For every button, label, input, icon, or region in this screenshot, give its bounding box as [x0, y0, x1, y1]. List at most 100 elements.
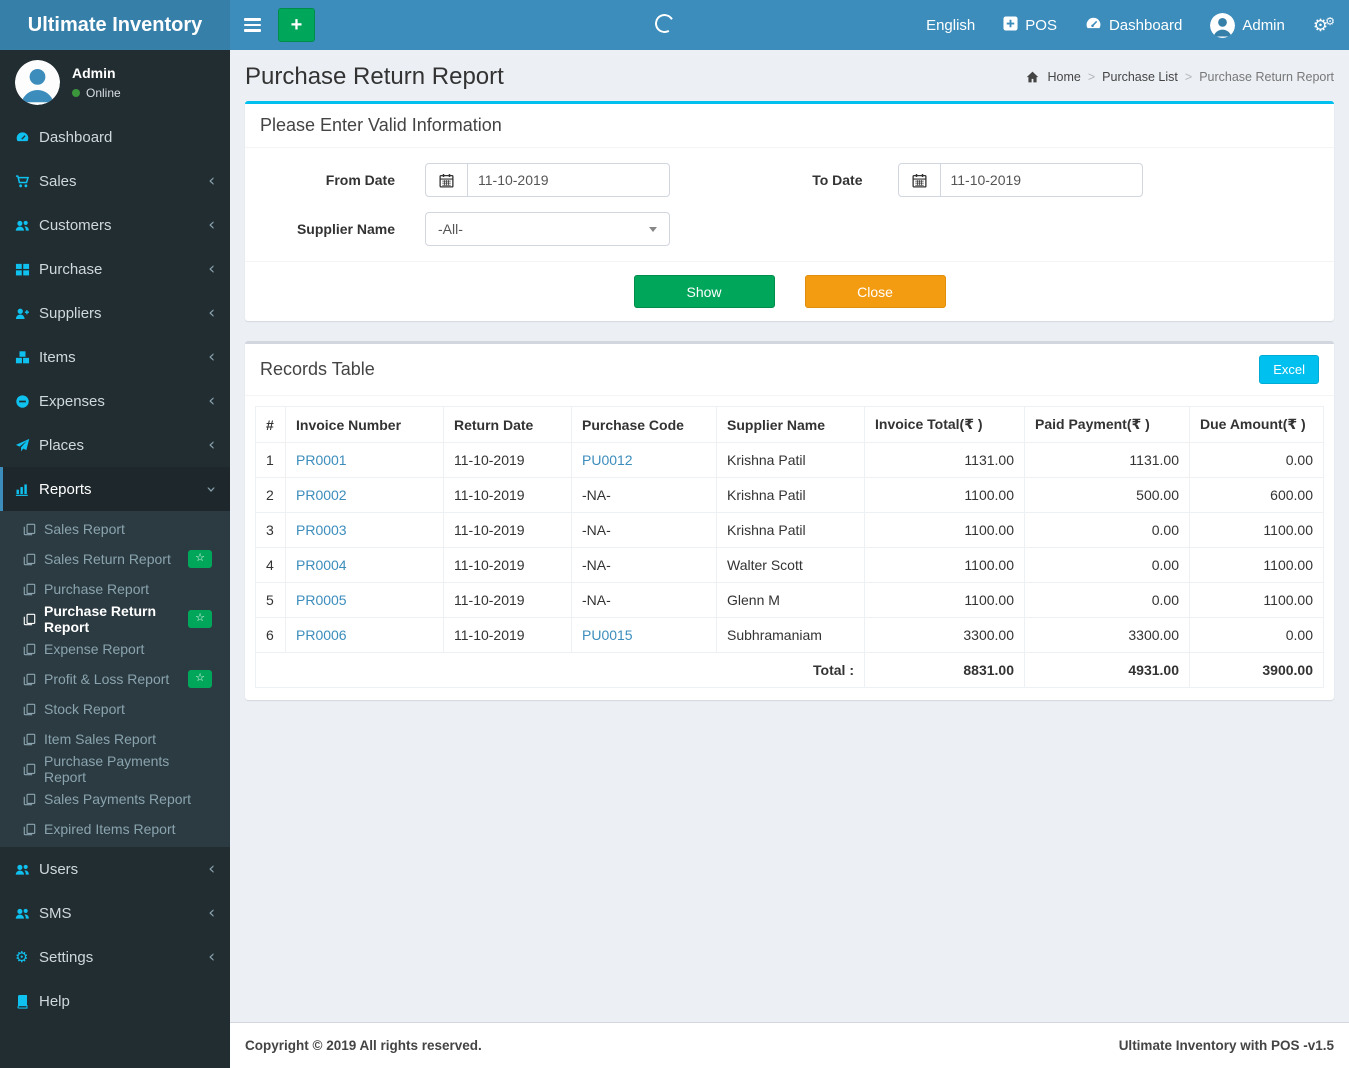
sidebar-item-places[interactable]: Places ‹ — [0, 423, 230, 467]
sidebar-item-label: Customers — [39, 216, 112, 234]
sidebar-subitem-stock-report[interactable]: Stock Report — [0, 694, 230, 724]
cell-purchase-code: -NA- — [571, 547, 717, 583]
chevron-left-icon: ‹ — [208, 902, 215, 923]
sidebar-item-expenses[interactable]: Expenses ‹ — [0, 379, 230, 423]
show-button[interactable]: Show — [633, 275, 775, 308]
sidebar-item-reports[interactable]: Reports ‹ — [0, 467, 230, 511]
sidebar-subitem-purchase-return-report[interactable]: Purchase Return Report ☆ — [0, 603, 230, 635]
supplier-name-label: Supplier Name — [296, 221, 395, 237]
sidebar-item-help[interactable]: Help — [0, 979, 230, 1023]
col-paid-payment[interactable]: Paid Payment(₹ ) — [1024, 406, 1190, 443]
copy-icon — [23, 793, 44, 806]
invoice-link[interactable]: PR0005 — [296, 592, 347, 608]
total-invoice-amount: 8831.00 — [864, 652, 1025, 688]
purchase-code-link[interactable]: PU0012 — [582, 452, 633, 468]
table-row: 3 PR0003 11-10-2019 -NA- Krishna Patil 1… — [255, 512, 1324, 548]
user-menu[interactable]: Admin — [1196, 0, 1299, 50]
sidebar-subitem-label: Purchase Report — [44, 581, 150, 597]
cell-purchase-code: -NA- — [571, 512, 717, 548]
app-brand[interactable]: Ultimate Inventory — [0, 0, 230, 50]
col-invoice-total[interactable]: Invoice Total(₹ ) — [864, 406, 1025, 443]
close-button[interactable]: Close — [804, 275, 946, 308]
language-label: English — [926, 16, 976, 34]
avatar — [15, 60, 60, 105]
cell-invoice-total: 1100.00 — [864, 477, 1025, 513]
invoice-link[interactable]: PR0002 — [296, 487, 347, 503]
sidebar-subitem-item-sales-report[interactable]: Item Sales Report — [0, 724, 230, 754]
cell-paid-payment: 0.00 — [1024, 547, 1190, 583]
gears-icon: ⚙ — [15, 948, 29, 966]
supplier-select-value: -All- — [438, 221, 463, 237]
invoice-link[interactable]: PR0006 — [296, 627, 347, 643]
cell-purchase-code: -NA- — [571, 477, 717, 513]
calendar-icon — [426, 164, 468, 196]
invoice-link[interactable]: PR0003 — [296, 522, 347, 538]
table-row: 6 PR0006 11-10-2019 PU0015 Subhramaniam … — [255, 617, 1324, 653]
breadcrumb-purchase-list[interactable]: Purchase List — [1102, 70, 1178, 84]
sidebar-item-dashboard[interactable]: Dashboard — [0, 115, 230, 159]
chevron-down-icon: ‹ — [201, 485, 222, 493]
sidebar-item-purchase[interactable]: Purchase ‹ — [0, 247, 230, 291]
sidebar-subitem-sales-report[interactable]: Sales Report — [0, 514, 230, 544]
col-index[interactable]: # — [255, 406, 286, 443]
sidebar-toggle-button[interactable] — [230, 0, 275, 50]
cell-index: 6 — [255, 617, 286, 653]
records-panel: Records Table Excel # Invoice Number Ret… — [245, 341, 1334, 700]
cell-return-date: 11-10-2019 — [443, 617, 572, 653]
cell-index: 5 — [255, 582, 286, 618]
language-menu[interactable]: English — [912, 0, 989, 50]
invoice-link[interactable]: PR0001 — [296, 452, 347, 468]
dashboard-link[interactable]: Dashboard — [1071, 0, 1196, 50]
col-due-amount[interactable]: Due Amount(₹ ) — [1189, 406, 1324, 443]
cell-due-amount: 0.00 — [1189, 617, 1324, 653]
breadcrumb-separator: > — [1184, 70, 1193, 84]
to-date-input[interactable] — [940, 164, 1142, 196]
user-plus-icon — [15, 306, 39, 321]
col-supplier-name[interactable]: Supplier Name — [716, 406, 865, 443]
sidebar-item-items[interactable]: Items ‹ — [0, 335, 230, 379]
table-row: 5 PR0005 11-10-2019 -NA- Glenn M 1100.00… — [255, 582, 1324, 618]
sidebar-item-suppliers[interactable]: Suppliers ‹ — [0, 291, 230, 335]
sidebar-item-label: Users — [39, 860, 79, 878]
bar-chart-icon — [15, 482, 39, 497]
copy-icon — [23, 553, 44, 566]
sidebar-subitem-expired-items-report[interactable]: Expired Items Report — [0, 814, 230, 844]
invoice-link[interactable]: PR0004 — [296, 557, 347, 573]
sidebar-subitem-sales-return-report[interactable]: Sales Return Report ☆ — [0, 544, 230, 574]
sidebar-item-sms[interactable]: SMS ‹ — [0, 891, 230, 935]
sidebar-item-sales[interactable]: Sales ‹ — [0, 159, 230, 203]
cell-paid-payment: 3300.00 — [1024, 617, 1190, 653]
from-date-input[interactable] — [468, 164, 669, 196]
cell-due-amount: 0.00 — [1189, 442, 1324, 478]
navbar-body: + English POS Dashboard Admin ⚙⚙ — [230, 0, 1349, 50]
breadcrumb-home[interactable]: Home — [1048, 70, 1081, 84]
col-invoice-number[interactable]: Invoice Number — [285, 406, 444, 443]
sidebar-item-settings[interactable]: ⚙ Settings ‹ — [0, 935, 230, 979]
sidebar-subitem-purchase-report[interactable]: Purchase Report — [0, 574, 230, 604]
cell-invoice-number: PR0003 — [285, 512, 444, 548]
sidebar-subitem-label: Profit & Loss Report — [44, 671, 170, 687]
grid-icon — [15, 262, 39, 277]
sidebar-item-customers[interactable]: Customers ‹ — [0, 203, 230, 247]
sidebar-subitem-sales-payments-report[interactable]: Sales Payments Report — [0, 784, 230, 814]
excel-export-button[interactable]: Excel — [1259, 355, 1319, 384]
top-navbar: Ultimate Inventory + English POS Dashboa… — [0, 0, 1349, 50]
sidebar-subitem-profit-loss-report[interactable]: Profit & Loss Report ☆ — [0, 664, 230, 694]
col-return-date[interactable]: Return Date — [443, 406, 572, 443]
cell-invoice-total: 1100.00 — [864, 547, 1025, 583]
quick-add-button[interactable]: + — [278, 8, 315, 42]
supplier-select[interactable]: -All- — [425, 212, 670, 246]
sidebar-user-status[interactable]: Online — [72, 86, 121, 100]
settings-gears-button[interactable]: ⚙⚙ — [1299, 0, 1349, 50]
sidebar-user-name: Admin — [72, 65, 116, 81]
purchase-code-link[interactable]: PU0015 — [582, 627, 633, 643]
sidebar-item-users[interactable]: Users ‹ — [0, 847, 230, 891]
sidebar-subitem-expense-report[interactable]: Expense Report — [0, 634, 230, 664]
pos-link[interactable]: POS — [989, 0, 1071, 50]
cell-supplier-name: Krishna Patil — [716, 442, 865, 478]
status-label: Online — [86, 86, 121, 100]
sidebar: Admin Online Dashboard Sales ‹ Customers ‹ Pu… — [0, 50, 230, 1068]
copy-icon — [23, 763, 44, 776]
col-purchase-code[interactable]: Purchase Code — [571, 406, 717, 443]
sidebar-subitem-purchase-payments-report[interactable]: Purchase Payments Report — [0, 753, 230, 785]
